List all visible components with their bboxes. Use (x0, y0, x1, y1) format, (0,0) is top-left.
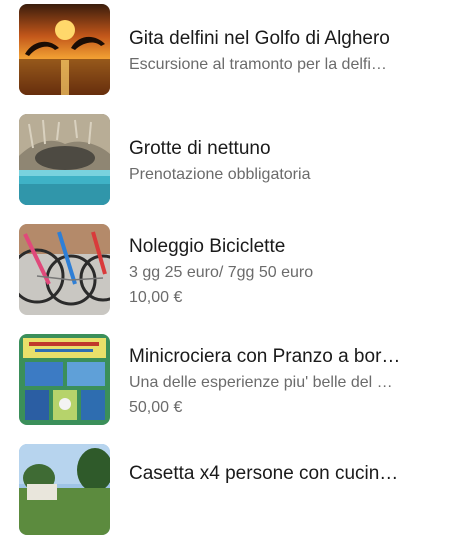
sea-cave-photo (19, 114, 110, 205)
product-thumbnail[interactable] (19, 114, 110, 205)
product-price: 50,00 € (129, 399, 183, 416)
dolphins-sunset-photo (19, 4, 110, 95)
cruise-brochure-photo (19, 334, 110, 425)
product-item[interactable]: Grotte di nettuno Prenotazione obbligato… (0, 110, 450, 210)
product-subtitle: 3 gg 25 euro/ 7gg 50 euro (129, 264, 314, 281)
product-item[interactable]: Minicrociera con Pranzo a bor… Una delle… (0, 330, 450, 430)
product-item[interactable]: Gita delfini nel Golfo di Alghero Escurs… (0, 0, 450, 100)
product-title: Casetta x4 persone con cucin… (129, 463, 399, 484)
product-price: 10,00 € (129, 289, 183, 306)
cottage-photo (19, 444, 110, 535)
product-list: Gita delfini nel Golfo di Alghero Escurs… (0, 0, 450, 535)
product-item[interactable]: Noleggio Biciclette 3 gg 25 euro/ 7gg 50… (0, 220, 450, 320)
product-subtitle: Una delle esperienze piu' belle del … (129, 374, 393, 391)
product-thumbnail[interactable] (19, 224, 110, 315)
product-title: Noleggio Biciclette (129, 236, 286, 257)
product-thumbnail[interactable] (19, 334, 110, 425)
product-thumbnail[interactable] (19, 4, 110, 95)
product-item[interactable]: Casetta x4 persone con cucin… (0, 440, 450, 540)
product-subtitle: Escursione al tramonto per la delfi… (129, 56, 387, 73)
bicycles-photo (19, 224, 110, 315)
product-thumbnail[interactable] (19, 444, 110, 535)
product-subtitle: Prenotazione obbligatoria (129, 166, 311, 183)
product-title: Minicrociera con Pranzo a bor… (129, 346, 401, 367)
product-title: Gita delfini nel Golfo di Alghero (129, 28, 390, 49)
product-title: Grotte di nettuno (129, 138, 271, 159)
